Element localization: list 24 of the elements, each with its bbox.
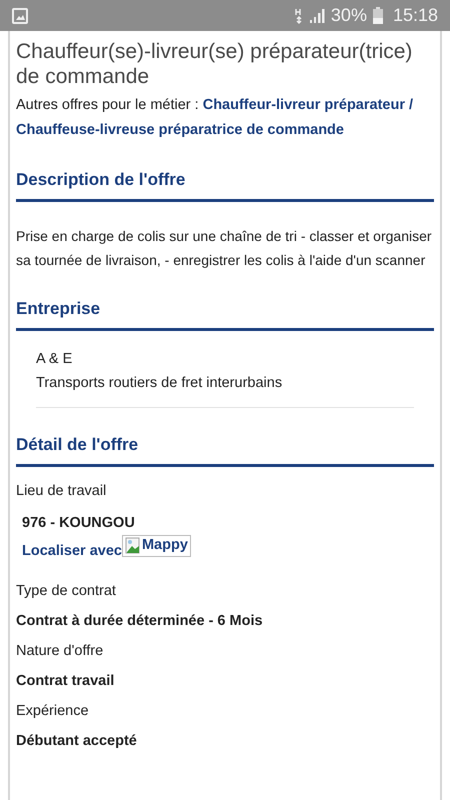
battery-icon [372, 7, 383, 24]
job-title: Chauffeur(se)-livreur(se) préparateur(trice) de commande [16, 39, 414, 89]
section-heading: Description de l'offre [16, 143, 434, 202]
field-value: Contrat travail [16, 672, 116, 691]
image-icon [12, 8, 28, 24]
map-link[interactable]: Localiser avec [22, 543, 122, 559]
section-heading: Entreprise [16, 272, 434, 331]
clock-time: 15:18 [392, 5, 438, 26]
field-label: Nature d'offre [16, 642, 104, 661]
field-value: Contrat à durée déterminée - 6 Mois [16, 612, 264, 631]
company-name: A & E [36, 350, 74, 369]
signal-icon [308, 8, 325, 24]
field-value: 976 - KOUNGOU [22, 514, 136, 533]
field-label: Expérience [16, 702, 90, 721]
network-type-icon [294, 8, 303, 24]
field-label: Type de contrat [16, 582, 117, 601]
other-offers-text: Autres offres pour le métier : Chauffeur-livreur préparateur / Chauffeuse-livreuse préparatrice de commande [16, 96, 414, 140]
section-heading: Détail de l'offre [16, 408, 434, 467]
broken-image[interactable]: Mappy [122, 535, 191, 557]
company-activity: Transports routiers de fret interurbains [36, 374, 284, 393]
battery-percent: 30% [330, 5, 367, 26]
description-text: Prise en charge de colis sur une chaîne de tri - classer et organiser sa tournée de livraison, - enregistrer les colis à l'aide d'un scanner [16, 227, 433, 270]
field-value: Débutant accepté [16, 732, 138, 751]
field-label: Lieu de travail [16, 482, 108, 501]
